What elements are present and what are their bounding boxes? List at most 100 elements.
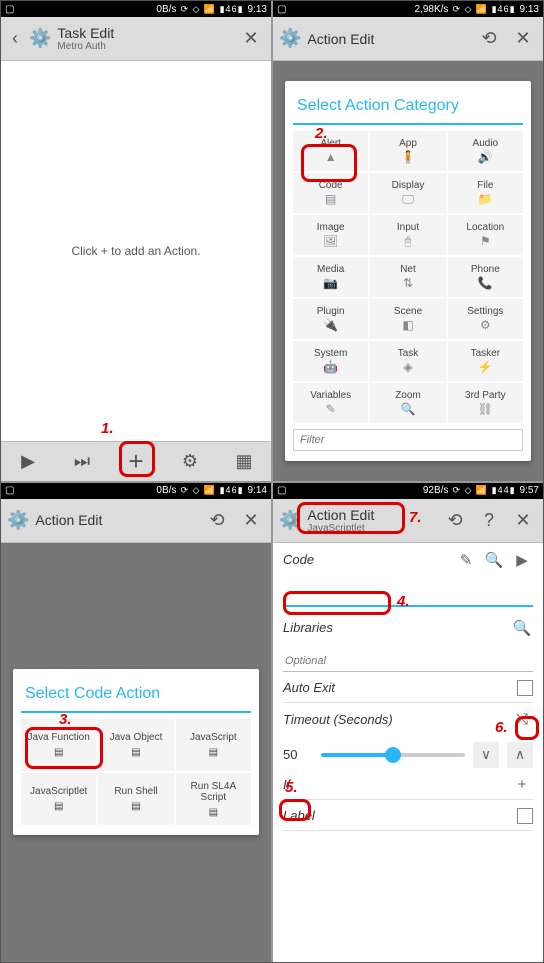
category-scene[interactable]: Scene◧ — [370, 299, 445, 339]
status-bar: ▢ 0B/s ⟳ ◇ 📶 ▮46▮ 9:13 — [1, 1, 271, 17]
tasker-icon: ⚙️ — [7, 510, 29, 531]
play-icon[interactable]: ▶ — [511, 551, 533, 569]
refresh-icon[interactable]: ⟲ — [475, 25, 503, 53]
timeout-slider[interactable] — [321, 753, 465, 757]
annotation-1: 1. — [101, 420, 114, 437]
category-plugin[interactable]: Plugin🔌 — [293, 299, 368, 339]
annotation-box-2 — [301, 144, 357, 182]
category-tasker[interactable]: Tasker⚡ — [448, 341, 523, 381]
annotation-4: 4. — [397, 593, 410, 610]
clock: 9:57 — [520, 485, 539, 496]
dialog-title: Select Code Action — [21, 679, 251, 711]
category-settings[interactable]: Settings⚙ — [448, 299, 523, 339]
empty-hint: Click + to add an Action. — [1, 61, 271, 441]
clock: 9:14 — [248, 485, 267, 496]
step-icon[interactable]: ⏭ — [68, 451, 96, 472]
decrement-button[interactable]: ∨ — [473, 742, 499, 768]
panel-task-edit: ▢ 0B/s ⟳ ◇ 📶 ▮46▮ 9:13 ‹ ⚙️ Task Edit Me… — [1, 1, 271, 481]
code-action-javascript[interactable]: JavaScript▤ — [176, 719, 251, 771]
status-bar: ▢ 92B/s ⟳ ◇ 📶 ▮44▮ 9:57 — [273, 483, 543, 499]
label-checkbox[interactable] — [517, 808, 533, 824]
help-icon[interactable]: ? — [475, 506, 503, 534]
code-action-javascriptlet[interactable]: JavaScriptlet▤ — [21, 773, 96, 825]
back-icon[interactable]: ‹ — [7, 28, 23, 49]
edit-icon[interactable]: ✎ — [455, 551, 477, 569]
app-bar: ⚙️ Action Edit ⟲ ✕ — [1, 499, 271, 543]
search-icon[interactable]: 🔍 — [483, 551, 505, 569]
square-icon: ▢ — [5, 485, 14, 496]
clock: 9:13 — [248, 4, 267, 15]
close-icon[interactable]: ✕ — [509, 506, 537, 534]
category-location[interactable]: Location⚑ — [448, 215, 523, 255]
annotation-box-4 — [283, 591, 391, 615]
code-label: Code — [283, 552, 449, 567]
if-label: If — [283, 777, 505, 792]
category-system[interactable]: System🤖 — [293, 341, 368, 381]
search-icon[interactable]: 🔍 — [511, 619, 533, 637]
app-bar: ⚙️ Action Edit ⟲ ✕ — [273, 17, 543, 61]
autoexit-checkbox[interactable] — [517, 680, 533, 696]
annotation-2: 2. — [315, 125, 328, 142]
annotation-3: 3. — [59, 711, 72, 728]
category-task[interactable]: Task◈ — [370, 341, 445, 381]
app-bar: ‹ ⚙️ Task Edit Metro Auth ✕ — [1, 17, 271, 61]
annotation-box-1 — [119, 441, 155, 477]
refresh-icon[interactable]: ⟲ — [441, 506, 469, 534]
label-label: Label — [283, 808, 511, 823]
category-media[interactable]: Media📷 — [293, 257, 368, 297]
timeout-value: 50 — [283, 747, 313, 762]
square-icon: ▢ — [277, 485, 286, 496]
status-icons: ⟳ ◇ 📶 ▮46▮ — [180, 485, 243, 496]
category-input[interactable]: Input🖰 — [370, 215, 445, 255]
close-icon[interactable]: ✕ — [237, 25, 265, 53]
category-zoom[interactable]: Zoom🔍 — [370, 383, 445, 423]
data-rate: 0B/s — [156, 4, 176, 15]
dialog-title: Select Action Category — [293, 91, 523, 123]
libraries-label: Libraries — [283, 620, 505, 635]
annotation-box-3 — [25, 727, 103, 769]
annotation-6: 6. — [495, 719, 508, 736]
sliders-icon[interactable]: ⚙ — [176, 451, 204, 472]
data-rate: 2,98K/s — [415, 4, 449, 15]
annotation-5: 5. — [285, 779, 298, 796]
filter-input[interactable] — [293, 429, 523, 451]
status-bar: ▢ 0B/s ⟳ ◇ 📶 ▮46▮ 9:14 — [1, 483, 271, 499]
libraries-input[interactable] — [283, 651, 533, 672]
category-app[interactable]: App🧍 — [370, 131, 445, 171]
panel-javascriptlet-form: ▢ 92B/s ⟳ ◇ 📶 ▮44▮ 9:57 ⚙️ Action Edit J… — [273, 483, 543, 963]
square-icon: ▢ — [5, 4, 14, 15]
data-rate: 92B/s — [423, 485, 449, 496]
code-action-run-sl4a-script[interactable]: Run SL4A Script▤ — [176, 773, 251, 825]
status-icons: ⟳ ◇ 📶 ▮46▮ — [452, 4, 515, 15]
increment-button[interactable]: ∧ — [507, 742, 533, 768]
close-icon[interactable]: ✕ — [509, 25, 537, 53]
page-title: Action Edit — [35, 512, 197, 528]
category-file[interactable]: File📁 — [448, 173, 523, 213]
panel-action-category: ▢ 2,98K/s ⟳ ◇ 📶 ▮46▮ 9:13 ⚙️ Action Edit… — [273, 1, 543, 481]
square-icon: ▢ — [277, 4, 286, 15]
category-image[interactable]: Image🖼 — [293, 215, 368, 255]
annotation-7: 7. — [409, 509, 422, 526]
status-bar: ▢ 2,98K/s ⟳ ◇ 📶 ▮46▮ 9:13 — [273, 1, 543, 17]
panel-code-action: ▢ 0B/s ⟳ ◇ 📶 ▮46▮ 9:14 ⚙️ Action Edit ⟲ … — [1, 483, 271, 963]
category-audio[interactable]: Audio🔊 — [448, 131, 523, 171]
grid-icon[interactable]: ▦ — [230, 451, 258, 472]
page-subtitle: Metro Auth — [57, 41, 231, 52]
category-phone[interactable]: Phone📞 — [448, 257, 523, 297]
category-variables[interactable]: Variables✎ — [293, 383, 368, 423]
category-net[interactable]: Net⇅ — [370, 257, 445, 297]
status-icons: ⟳ ◇ 📶 ▮44▮ — [452, 485, 515, 496]
tasker-icon: ⚙️ — [279, 28, 301, 49]
code-action-run-shell[interactable]: Run Shell▤ — [98, 773, 173, 825]
clock: 9:13 — [520, 4, 539, 15]
annotation-box-7 — [297, 502, 405, 534]
play-icon[interactable]: ▶ — [14, 451, 42, 472]
code-action-java-object[interactable]: Java Object▤ — [98, 719, 173, 771]
plus-icon[interactable]: + — [511, 776, 533, 793]
status-icons: ⟳ ◇ 📶 ▮46▮ — [180, 4, 243, 15]
refresh-icon[interactable]: ⟲ — [203, 506, 231, 534]
category-3rd-party[interactable]: 3rd Party⛓ — [448, 383, 523, 423]
annotation-box-6 — [515, 716, 539, 740]
close-icon[interactable]: ✕ — [237, 506, 265, 534]
category-display[interactable]: Display🖵 — [370, 173, 445, 213]
